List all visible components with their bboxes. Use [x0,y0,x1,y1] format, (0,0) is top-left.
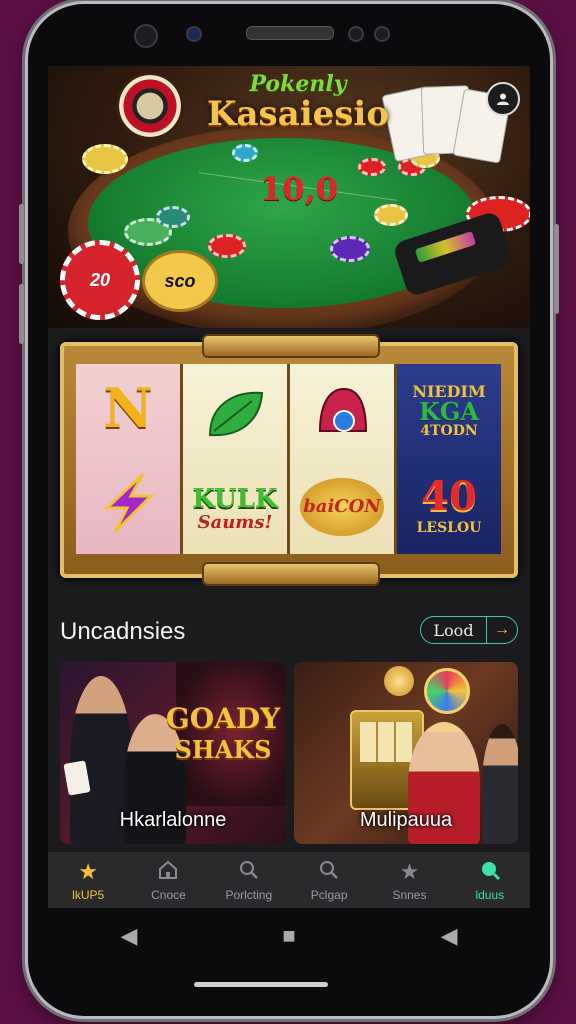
reel-number-40: 40 [421,472,477,520]
hero-amount: 10,0 [260,170,338,208]
home-icon [157,859,179,885]
nav-item-4[interactable]: Pclgap [289,852,369,908]
volume-up-button [19,204,24,264]
profile-button[interactable] [486,82,520,116]
arrow-right-icon: → [486,617,517,643]
earpiece-speaker [246,26,334,40]
slot-top-ornament [202,334,380,358]
reel-word-leslou: LESLOU [416,519,482,536]
reel-word-4todn: 4TODN [420,422,478,439]
nav-label-5: Snnes [392,887,427,902]
search-icon [479,859,501,885]
nav-item-3[interactable]: Porlcting [209,852,289,908]
game-card-1-label: Hkarlalonne [119,809,227,831]
slot-bottom-ornament [202,562,380,586]
game-card-2-label: Mulipauua [359,809,453,831]
star-icon: ★ [399,858,420,884]
back-icon[interactable]: ◀ [120,923,137,949]
reel-word-kulk: KULK [192,483,278,514]
lightning-symbol-icon [103,472,155,533]
chip-icon [232,144,258,162]
back-triangle-icon[interactable]: ◀ [441,923,458,949]
nav-label-1: lkUP5 [72,887,105,902]
nav-item-6[interactable]: lduus [450,852,530,908]
nav-item-2[interactable]: Cnoce [128,852,208,908]
game-card-2[interactable]: Mulipauua [294,662,518,844]
nav-label-2: Cnoce [151,887,186,902]
nav-label-3: Porlcting [225,887,273,902]
nav-label-6: lduus [475,887,505,902]
chip-icon [156,206,190,228]
bell-symbol-icon [318,387,368,432]
volume-down-button [19,284,24,344]
app-screen: 20 sco Pokenly Kasaiesio 10,0 N KULK Sau… [48,66,530,908]
reel-3: baiCON [290,364,397,554]
roulette-wheel-icon [116,72,184,140]
chip-icon [82,144,128,174]
user-icon [497,93,509,105]
leaf-symbol-icon [208,391,264,436]
hero-banner[interactable]: 20 sco Pokenly Kasaiesio 10,0 [48,66,530,328]
reel-letter-n: N [103,375,153,440]
chip-right-icon: sco [142,250,218,312]
nav-item-1[interactable]: ★ lkUP5 [48,852,128,908]
reel-word-baicon: baiCON [303,495,381,517]
reel-word-sub: Saums! [197,511,273,533]
light-sensor-icon [374,26,390,42]
bottom-navigation: ★ lkUP5 Cnoce Porlcting Pclgap ★ Snnes l… [48,852,530,908]
game-card-1[interactable]: GOADY SHAKS Hkarlalonne [60,662,286,844]
chip-right-value: sco [164,270,196,291]
chip-left-icon: 20 [60,240,140,320]
chip-icon [330,236,370,262]
load-more-button[interactable]: Lood → [420,616,518,644]
system-navigation: ◀ ■ ◀ [48,908,530,964]
nav-label-4: Pclgap [310,887,348,902]
reel-4: NIEDIM KGA 4TODN 40 LESLOU [397,364,501,554]
home-square-icon[interactable]: ■ [282,923,295,949]
chip-icon [208,234,246,258]
search-icon [318,859,340,885]
home-indicator[interactable] [194,982,328,987]
chip-left-value: 20 [89,269,111,290]
chandelier-icon [384,666,414,696]
star-icon: ★ [78,858,99,884]
coin-symbol-icon: baiCON [300,477,384,536]
chip-icon [374,204,408,226]
section-title: Uncadnsies [60,618,186,645]
sensor-icon [186,26,202,42]
chip-icon [358,158,386,176]
slot-machine-banner[interactable]: N KULK Saums! baiCON NIEDIM KGA 4TODN 40… [60,334,518,586]
banner-line-1: GOADY [165,702,281,735]
game-card-1-banner: GOADY SHAKS [164,702,282,764]
power-button [554,224,559,314]
proximity-sensor-icon [348,26,364,42]
hero-title: Kasaiesio [206,94,390,134]
nav-item-5[interactable]: ★ Snnes [369,852,449,908]
phone-frame: 20 sco Pokenly Kasaiesio 10,0 N KULK Sau… [19,4,559,1016]
load-more-label: Lood [433,620,474,640]
front-camera-icon [134,24,158,48]
search-icon [238,859,260,885]
prize-wheel-icon [424,668,470,714]
banner-line-2: SHAKS [174,735,272,764]
reel-2: KULK Saums! [183,364,290,554]
reel-word-kga: KGA [419,396,479,426]
reel-1: N [76,364,183,554]
